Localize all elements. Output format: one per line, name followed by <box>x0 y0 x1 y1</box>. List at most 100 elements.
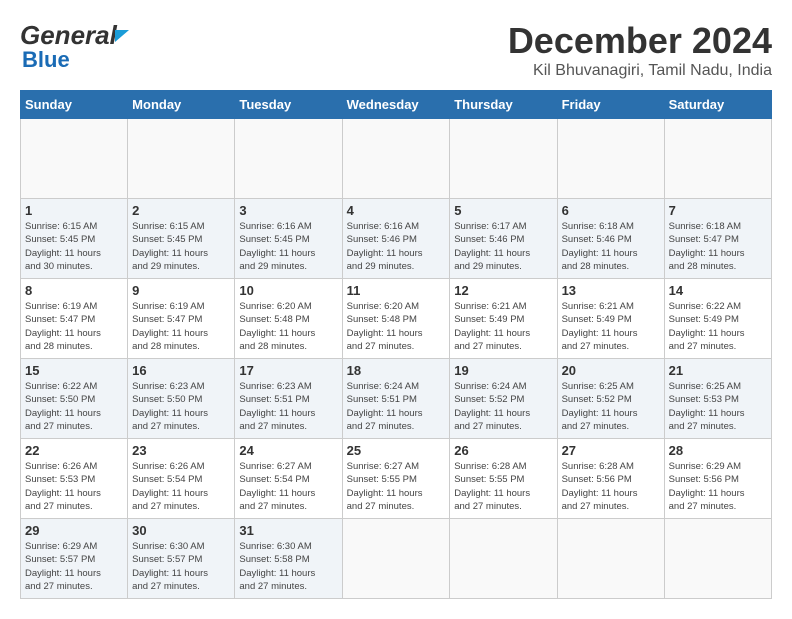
day-detail: Sunrise: 6:20 AM Sunset: 5:48 PM Dayligh… <box>239 300 337 353</box>
calendar-cell: 11Sunrise: 6:20 AM Sunset: 5:48 PM Dayli… <box>342 279 450 359</box>
day-detail: Sunrise: 6:19 AM Sunset: 5:47 PM Dayligh… <box>132 300 230 353</box>
calendar-week-row: 15 Sunrise: 6:22 AM Sunset: 5:50 PM Dayli… <box>21 359 772 439</box>
calendar-cell <box>450 519 557 599</box>
calendar-cell: 4 Sunrise: 6:16 AM Sunset: 5:46 PM Daylig… <box>342 199 450 279</box>
calendar-cell: 13Sunrise: 6:21 AM Sunset: 5:49 PM Dayli… <box>557 279 664 359</box>
calendar-cell: 23 Sunrise: 6:26 AM Sunset: 5:54 PM Dayli… <box>128 439 235 519</box>
day-detail: Sunrise: 6:22 AM Sunset: 5:49 PM Dayligh… <box>669 300 767 353</box>
calendar-cell <box>235 119 342 199</box>
day-detail: Sunrise: 6:15 AM Sunset: 5:45 PM Dayligh… <box>132 220 230 273</box>
day-number: 23 <box>132 443 230 458</box>
day-detail: Sunrise: 6:17 AM Sunset: 5:46 PM Dayligh… <box>454 220 552 273</box>
calendar-cell: 15 Sunrise: 6:22 AM Sunset: 5:50 PM Dayli… <box>21 359 128 439</box>
day-number: 19 <box>454 363 552 378</box>
day-number: 24 <box>239 443 337 458</box>
calendar-cell: 28 Sunrise: 6:29 AM Sunset: 5:56 PM Dayli… <box>664 439 771 519</box>
day-number: 8 <box>25 283 123 298</box>
day-number: 20 <box>562 363 660 378</box>
day-detail: Sunrise: 6:26 AM Sunset: 5:53 PM Dayligh… <box>25 460 123 513</box>
day-number: 29 <box>25 523 123 538</box>
calendar-cell: 31 Sunrise: 6:30 AM Sunset: 5:58 PM Dayli… <box>235 519 342 599</box>
day-detail: Sunrise: 6:26 AM Sunset: 5:54 PM Dayligh… <box>132 460 230 513</box>
day-number: 14 <box>669 283 767 298</box>
day-detail: Sunrise: 6:23 AM Sunset: 5:51 PM Dayligh… <box>239 380 337 433</box>
calendar-week-row: 22 Sunrise: 6:26 AM Sunset: 5:53 PM Dayli… <box>21 439 772 519</box>
calendar-cell <box>342 519 450 599</box>
day-number: 25 <box>347 443 446 458</box>
day-number: 6 <box>562 203 660 218</box>
day-detail: Sunrise: 6:30 AM Sunset: 5:57 PM Dayligh… <box>132 540 230 593</box>
calendar-week-row: 8 Sunrise: 6:19 AM Sunset: 5:47 PM Daylig… <box>21 279 772 359</box>
title-block: December 2024 Kil Bhuvanagiri, Tamil Nad… <box>508 20 772 80</box>
day-number: 31 <box>239 523 337 538</box>
day-number: 16 <box>132 363 230 378</box>
logo: General Blue <box>20 20 129 73</box>
day-detail: Sunrise: 6:29 AM Sunset: 5:56 PM Dayligh… <box>669 460 767 513</box>
calendar-cell: 1Sunrise: 6:15 AM Sunset: 5:45 PM Daylig… <box>21 199 128 279</box>
col-sunday: Sunday <box>21 91 128 119</box>
calendar-week-row: 1Sunrise: 6:15 AM Sunset: 5:45 PM Daylig… <box>21 199 772 279</box>
calendar-cell: 2Sunrise: 6:15 AM Sunset: 5:45 PM Daylig… <box>128 199 235 279</box>
calendar-cell <box>342 119 450 199</box>
day-detail: Sunrise: 6:15 AM Sunset: 5:45 PM Dayligh… <box>25 220 123 273</box>
day-detail: Sunrise: 6:27 AM Sunset: 5:55 PM Dayligh… <box>347 460 446 513</box>
calendar-cell <box>128 119 235 199</box>
calendar-cell: 25 Sunrise: 6:27 AM Sunset: 5:55 PM Dayli… <box>342 439 450 519</box>
day-detail: Sunrise: 6:20 AM Sunset: 5:48 PM Dayligh… <box>347 300 446 353</box>
day-detail: Sunrise: 6:28 AM Sunset: 5:55 PM Dayligh… <box>454 460 552 513</box>
day-detail: Sunrise: 6:18 AM Sunset: 5:47 PM Dayligh… <box>669 220 767 273</box>
col-saturday: Saturday <box>664 91 771 119</box>
calendar-cell <box>557 519 664 599</box>
calendar-cell <box>664 519 771 599</box>
calendar-cell: 22 Sunrise: 6:26 AM Sunset: 5:53 PM Dayli… <box>21 439 128 519</box>
day-number: 22 <box>25 443 123 458</box>
day-detail: Sunrise: 6:28 AM Sunset: 5:56 PM Dayligh… <box>562 460 660 513</box>
page-title: December 2024 <box>508 20 772 62</box>
day-detail: Sunrise: 6:23 AM Sunset: 5:50 PM Dayligh… <box>132 380 230 433</box>
day-number: 3 <box>239 203 337 218</box>
logo-arrow-icon <box>115 30 129 42</box>
calendar-cell: 24 Sunrise: 6:27 AM Sunset: 5:54 PM Dayli… <box>235 439 342 519</box>
day-detail: Sunrise: 6:25 AM Sunset: 5:52 PM Dayligh… <box>562 380 660 433</box>
calendar-cell <box>557 119 664 199</box>
day-number: 27 <box>562 443 660 458</box>
day-number: 7 <box>669 203 767 218</box>
calendar-table: Sunday Monday Tuesday Wednesday Thursday… <box>20 90 772 599</box>
day-detail: Sunrise: 6:25 AM Sunset: 5:53 PM Dayligh… <box>669 380 767 433</box>
calendar-cell: 17Sunrise: 6:23 AM Sunset: 5:51 PM Dayli… <box>235 359 342 439</box>
day-number: 28 <box>669 443 767 458</box>
calendar-cell <box>21 119 128 199</box>
day-number: 13 <box>562 283 660 298</box>
calendar-header-row: Sunday Monday Tuesday Wednesday Thursday… <box>21 91 772 119</box>
day-number: 10 <box>239 283 337 298</box>
day-number: 9 <box>132 283 230 298</box>
day-detail: Sunrise: 6:16 AM Sunset: 5:46 PM Dayligh… <box>347 220 446 273</box>
day-detail: Sunrise: 6:30 AM Sunset: 5:58 PM Dayligh… <box>239 540 337 593</box>
page-subtitle: Kil Bhuvanagiri, Tamil Nadu, India <box>508 62 772 80</box>
col-monday: Monday <box>128 91 235 119</box>
day-detail: Sunrise: 6:27 AM Sunset: 5:54 PM Dayligh… <box>239 460 337 513</box>
day-number: 18 <box>347 363 446 378</box>
calendar-cell: 14 Sunrise: 6:22 AM Sunset: 5:49 PM Dayli… <box>664 279 771 359</box>
day-number: 21 <box>669 363 767 378</box>
calendar-cell: 10 Sunrise: 6:20 AM Sunset: 5:48 PM Dayli… <box>235 279 342 359</box>
calendar-cell: 21 Sunrise: 6:25 AM Sunset: 5:53 PM Dayli… <box>664 359 771 439</box>
calendar-cell: 3Sunrise: 6:16 AM Sunset: 5:45 PM Daylig… <box>235 199 342 279</box>
day-number: 5 <box>454 203 552 218</box>
day-number: 4 <box>347 203 446 218</box>
calendar-week-row: 29 Sunrise: 6:29 AM Sunset: 5:57 PM Dayli… <box>21 519 772 599</box>
day-detail: Sunrise: 6:22 AM Sunset: 5:50 PM Dayligh… <box>25 380 123 433</box>
calendar-cell: 16 Sunrise: 6:23 AM Sunset: 5:50 PM Dayli… <box>128 359 235 439</box>
calendar-cell: 9 Sunrise: 6:19 AM Sunset: 5:47 PM Daylig… <box>128 279 235 359</box>
calendar-cell <box>450 119 557 199</box>
col-friday: Friday <box>557 91 664 119</box>
day-detail: Sunrise: 6:29 AM Sunset: 5:57 PM Dayligh… <box>25 540 123 593</box>
day-detail: Sunrise: 6:24 AM Sunset: 5:52 PM Dayligh… <box>454 380 552 433</box>
col-tuesday: Tuesday <box>235 91 342 119</box>
calendar-cell: 18Sunrise: 6:24 AM Sunset: 5:51 PM Dayli… <box>342 359 450 439</box>
day-detail: Sunrise: 6:18 AM Sunset: 5:46 PM Dayligh… <box>562 220 660 273</box>
calendar-cell <box>664 119 771 199</box>
calendar-cell: 29 Sunrise: 6:29 AM Sunset: 5:57 PM Dayli… <box>21 519 128 599</box>
day-number: 15 <box>25 363 123 378</box>
day-number: 26 <box>454 443 552 458</box>
